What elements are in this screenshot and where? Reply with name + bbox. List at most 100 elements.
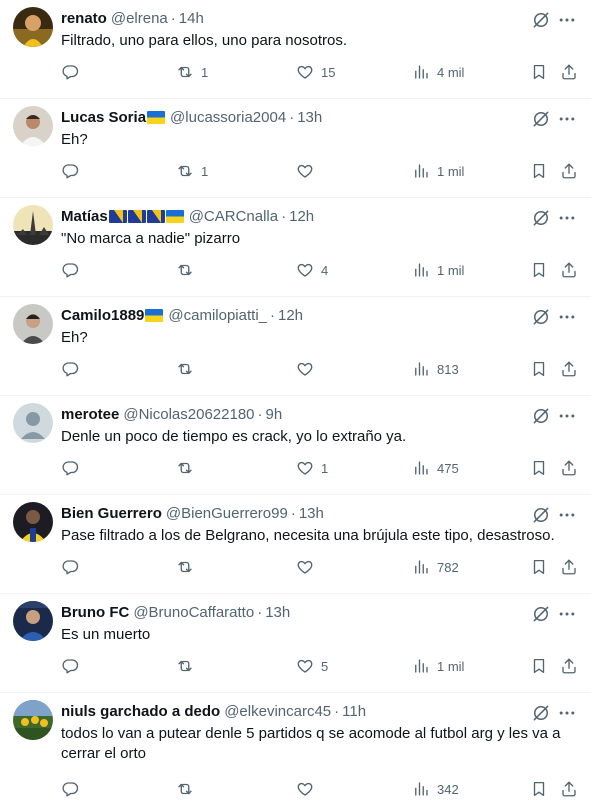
bookmark-button[interactable]: [530, 657, 548, 677]
avatar[interactable]: [13, 502, 53, 542]
bookmark-button[interactable]: [530, 558, 548, 578]
bookmark-button[interactable]: [530, 63, 548, 83]
timestamp[interactable]: 13h: [299, 505, 324, 522]
like-button[interactable]: [296, 558, 321, 578]
user-handle[interactable]: @elkevincarc45: [224, 703, 331, 720]
more-options-icon[interactable]: [557, 307, 577, 327]
grok-icon[interactable]: [531, 10, 551, 30]
views-button[interactable]: 1 mil: [412, 162, 464, 182]
like-button[interactable]: 5: [296, 657, 328, 677]
grok-icon[interactable]: [531, 505, 551, 525]
views-button[interactable]: 813: [412, 360, 459, 380]
reply-button[interactable]: [61, 780, 86, 800]
bookmark-button[interactable]: [530, 459, 548, 479]
reply-tweet[interactable]: renato @elrena · 14h Filtrado, uno para ell…: [0, 0, 591, 99]
like-button[interactable]: [296, 162, 321, 182]
share-button[interactable]: [560, 63, 578, 83]
share-button[interactable]: [560, 657, 578, 677]
bookmark-button[interactable]: [530, 780, 548, 800]
display-name[interactable]: Camilo1889: [61, 307, 144, 324]
share-button[interactable]: [560, 459, 578, 479]
avatar[interactable]: [13, 106, 53, 146]
reply-tweet[interactable]: Matías @CARCnalla · 12h "No marca a nadie" …: [0, 198, 591, 297]
display-name[interactable]: niuls garchado a dedo: [61, 703, 220, 720]
avatar[interactable]: [13, 7, 53, 47]
avatar[interactable]: [13, 403, 53, 443]
timestamp[interactable]: 12h: [278, 307, 303, 324]
like-button[interactable]: 1: [296, 459, 328, 479]
share-button[interactable]: [560, 558, 578, 578]
bookmark-button[interactable]: [530, 360, 548, 380]
reply-tweet[interactable]: Camilo1889 @camilopiatti_ · 12h Eh? 813: [0, 297, 591, 396]
more-options-icon[interactable]: [557, 208, 577, 228]
more-options-icon[interactable]: [557, 10, 577, 30]
repost-button[interactable]: [176, 657, 201, 677]
reply-button[interactable]: [61, 63, 86, 83]
display-name[interactable]: renato: [61, 10, 107, 27]
reply-tweet[interactable]: niuls garchado a dedo @elkevincarc45 · 11h …: [0, 693, 591, 805]
bookmark-button[interactable]: [530, 162, 548, 182]
timestamp[interactable]: 12h: [289, 208, 314, 225]
timestamp[interactable]: 9h: [266, 406, 283, 423]
avatar[interactable]: [13, 601, 53, 641]
grok-icon[interactable]: [531, 109, 551, 129]
like-button[interactable]: [296, 360, 321, 380]
timestamp[interactable]: 13h: [265, 604, 290, 621]
user-handle[interactable]: @elrena: [111, 10, 168, 27]
display-name[interactable]: Bien Guerrero: [61, 505, 162, 522]
grok-icon[interactable]: [531, 703, 551, 723]
reply-tweet[interactable]: Lucas Soria @lucassoria2004·13h Eh? 1: [0, 99, 591, 198]
share-button[interactable]: [560, 360, 578, 380]
avatar[interactable]: [13, 205, 53, 245]
display-name[interactable]: Lucas Soria: [61, 109, 146, 126]
user-handle[interactable]: @camilopiatti_: [168, 307, 267, 324]
repost-button[interactable]: [176, 780, 201, 800]
user-handle[interactable]: @BrunoCaffaratto: [133, 604, 254, 621]
display-name[interactable]: Bruno FC: [61, 604, 129, 621]
grok-icon[interactable]: [531, 604, 551, 624]
user-handle[interactable]: @BienGuerrero99: [166, 505, 288, 522]
more-options-icon[interactable]: [557, 604, 577, 624]
bookmark-button[interactable]: [530, 261, 548, 281]
more-options-icon[interactable]: [557, 109, 577, 129]
repost-button[interactable]: [176, 261, 201, 281]
share-button[interactable]: [560, 162, 578, 182]
repost-button[interactable]: [176, 360, 201, 380]
grok-icon[interactable]: [531, 406, 551, 426]
avatar[interactable]: [13, 700, 53, 740]
views-button[interactable]: 1 mil: [412, 657, 464, 677]
user-handle[interactable]: @Nicolas20622180: [123, 406, 254, 423]
like-button[interactable]: 4: [296, 261, 328, 281]
views-button[interactable]: 475: [412, 459, 459, 479]
timestamp[interactable]: 14h: [179, 10, 204, 27]
grok-icon[interactable]: [531, 208, 551, 228]
reply-button[interactable]: [61, 360, 86, 380]
views-button[interactable]: 342: [412, 780, 459, 800]
share-button[interactable]: [560, 780, 578, 800]
timestamp[interactable]: 13h: [297, 109, 322, 126]
reply-button[interactable]: [61, 261, 86, 281]
reply-button[interactable]: [61, 558, 86, 578]
reply-button[interactable]: [61, 657, 86, 677]
display-name[interactable]: Matías: [61, 208, 108, 225]
repost-button[interactable]: [176, 558, 201, 578]
reply-tweet[interactable]: Bruno FC @BrunoCaffaratto · 13h Es un muert…: [0, 594, 591, 693]
views-button[interactable]: 1 mil: [412, 261, 464, 281]
grok-icon[interactable]: [531, 307, 551, 327]
more-options-icon[interactable]: [557, 505, 577, 525]
repost-button[interactable]: 1: [176, 63, 208, 83]
timestamp[interactable]: 11h: [342, 703, 366, 720]
repost-button[interactable]: 1: [176, 162, 208, 182]
more-options-icon[interactable]: [557, 406, 577, 426]
views-button[interactable]: 4 mil: [412, 63, 464, 83]
reply-tweet[interactable]: Bien Guerrero @BienGuerrero99 · 13h Pase fi…: [0, 495, 591, 594]
reply-tweet[interactable]: merotee @Nicolas20622180 · 9h Denle un poco…: [0, 396, 591, 495]
share-button[interactable]: [560, 261, 578, 281]
like-button[interactable]: [296, 780, 321, 800]
user-handle[interactable]: @CARCnalla: [189, 208, 278, 225]
like-button[interactable]: 15: [296, 63, 335, 83]
repost-button[interactable]: [176, 459, 201, 479]
avatar[interactable]: [13, 304, 53, 344]
reply-button[interactable]: [61, 459, 86, 479]
more-options-icon[interactable]: [557, 703, 577, 723]
